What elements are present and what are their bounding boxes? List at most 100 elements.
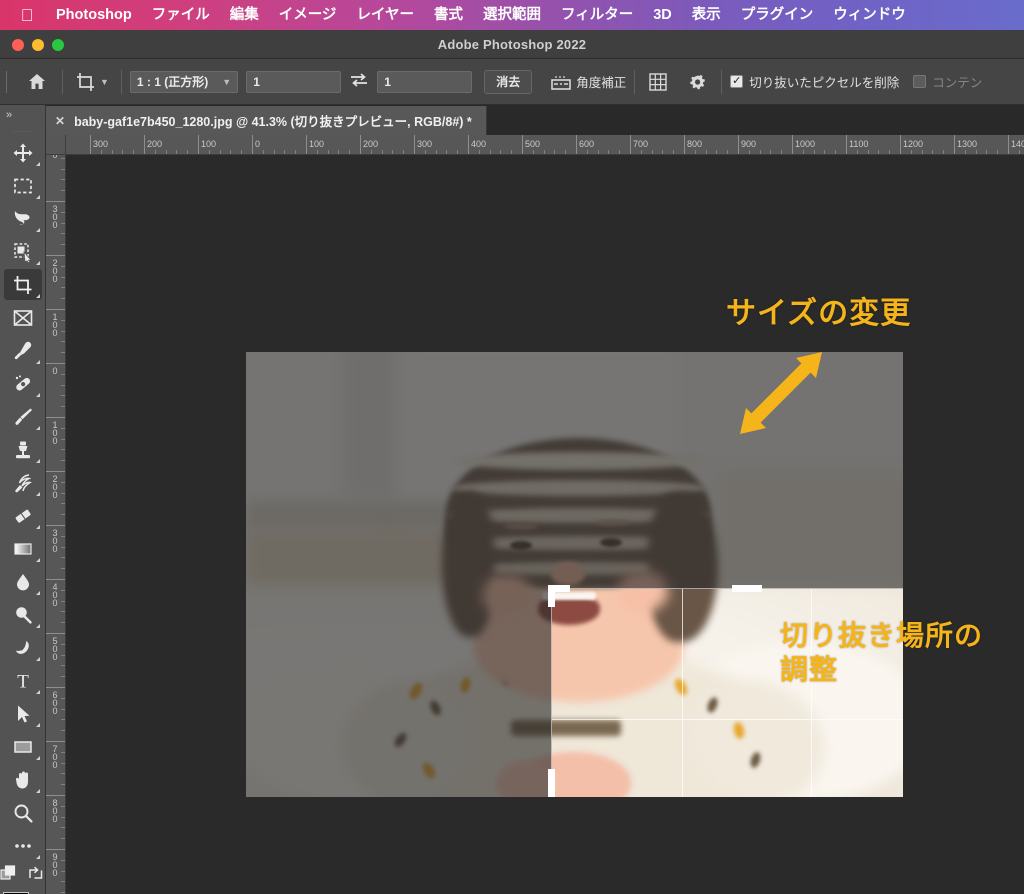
history-brush-tool[interactable]	[4, 467, 42, 498]
menu-item-select[interactable]: 選択範囲	[473, 0, 551, 30]
ruler-origin[interactable]	[46, 135, 66, 155]
tool-group-indicator	[35, 558, 40, 562]
options-bar-grip[interactable]	[6, 70, 20, 93]
crop-handle-middle-left[interactable]	[548, 768, 555, 797]
menu-item-file[interactable]: ファイル	[142, 0, 220, 30]
tool-group-indicator	[35, 393, 40, 397]
ruler-label: 300	[50, 204, 60, 228]
apple-logo-icon[interactable]: 	[16, 7, 38, 24]
close-icon[interactable]: ✕	[55, 114, 65, 128]
ruler-minor-tick	[61, 395, 65, 397]
frame-tool[interactable]	[4, 302, 42, 333]
rectangle-tool[interactable]	[4, 731, 42, 762]
lasso-tool[interactable]	[4, 203, 42, 234]
ruler-minor-tick	[921, 150, 923, 154]
healing-brush-tool[interactable]	[4, 368, 42, 399]
zoom-button[interactable]	[52, 39, 64, 51]
tool-drag-handle[interactable]: ⋯⋯	[0, 125, 45, 137]
swap-colors-icon[interactable]	[27, 865, 45, 888]
ruler-label: 700	[50, 744, 60, 768]
tool-group-indicator	[35, 459, 40, 463]
ruler-tick	[46, 579, 65, 580]
eraser-tool[interactable]	[4, 500, 42, 531]
crop-tool[interactable]	[3, 269, 42, 300]
content-aware-checkbox[interactable]: ✓	[913, 75, 927, 88]
chevron-down-icon[interactable]: ▼	[100, 77, 109, 87]
ruler-minor-tick	[122, 150, 124, 154]
blur-tool[interactable]	[4, 566, 42, 597]
gradient-tool[interactable]	[4, 533, 42, 564]
ruler-tick	[576, 135, 577, 154]
crop-height-input[interactable]: 1	[377, 70, 473, 93]
clone-stamp-tool[interactable]	[4, 434, 42, 465]
ruler-minor-tick	[61, 697, 65, 699]
delete-cropped-pixels-checkbox[interactable]: ✓	[730, 75, 744, 88]
tool-group-indicator	[35, 591, 40, 595]
zoom-tool[interactable]	[4, 797, 42, 828]
ruler-tick	[144, 135, 145, 154]
ruler-minor-tick	[61, 719, 65, 721]
menu-item-plugins[interactable]: プラグイン	[731, 0, 824, 30]
grid-overlay-icon[interactable]	[643, 69, 673, 95]
path-selection-tool[interactable]	[4, 698, 42, 729]
ruler-label: 100	[50, 312, 60, 336]
ruler-label: 800	[50, 798, 60, 822]
crop-handle-top-center[interactable]	[731, 585, 762, 592]
content-aware-label[interactable]: コンテン	[932, 72, 982, 91]
ruler-minor-tick	[61, 708, 65, 710]
crop-grid-line-h1	[552, 718, 903, 720]
dodge-tool[interactable]	[4, 599, 42, 630]
ruler-minor-tick	[61, 265, 65, 267]
crop-width-input[interactable]: 1	[246, 70, 342, 93]
horizontal-ruler[interactable]: 300 200 100 0 100 200 300 400 500 600 700 800 900 100…	[66, 135, 1024, 155]
menu-item-window[interactable]: ウィンドウ	[823, 0, 916, 30]
menu-item-filter[interactable]: フィルター	[551, 0, 643, 30]
ruler-minor-tick	[61, 751, 65, 753]
pen-tool[interactable]	[4, 632, 42, 663]
brush-tool[interactable]	[4, 401, 42, 432]
menu-item-image[interactable]: イメージ	[269, 0, 347, 30]
ruler-minor-tick	[586, 150, 588, 154]
canvas-area[interactable]	[66, 155, 1024, 894]
document-tab[interactable]: ✕ baby-gaf1e7b450_1280.jpg @ 41.3% (切り抜き…	[46, 106, 487, 135]
move-tool[interactable]	[4, 137, 42, 168]
ruler-tick	[198, 135, 199, 154]
home-icon[interactable]	[20, 67, 54, 97]
hand-tool[interactable]	[4, 764, 42, 795]
crop-handle-top-left-v[interactable]	[548, 585, 555, 607]
menu-item-view[interactable]: 表示	[682, 0, 731, 30]
aspect-ratio-select[interactable]: 1 : 1 (正方形) ▼	[129, 70, 239, 93]
close-button[interactable]	[12, 39, 24, 51]
chevron-down-icon[interactable]: ▼	[222, 77, 231, 87]
type-tool[interactable]: T	[4, 665, 42, 696]
gear-icon[interactable]	[683, 69, 713, 95]
ruler-label: 200	[363, 139, 379, 149]
menu-item-type[interactable]: 書式	[424, 0, 473, 30]
vertical-ruler[interactable]: 0300200100010020030040050060070080090010…	[46, 155, 66, 894]
straighten-icon[interactable]	[546, 69, 576, 95]
double-chevron-right-icon[interactable]: »	[0, 105, 45, 125]
marquee-tool[interactable]	[4, 170, 42, 201]
edit-toolbar-button[interactable]	[4, 830, 42, 861]
ruler-minor-tick	[597, 150, 599, 154]
ruler-minor-tick	[748, 150, 750, 154]
ruler-minor-tick	[878, 150, 880, 154]
ruler-tick	[46, 363, 65, 364]
quick-mask-icon[interactable]	[0, 865, 18, 888]
object-selection-tool[interactable]	[4, 236, 42, 267]
clear-crop-button[interactable]: 消去	[484, 69, 533, 94]
menu-item-edit[interactable]: 編集	[220, 0, 269, 30]
ruler-minor-tick	[61, 676, 65, 678]
menu-item-photoshop[interactable]: Photoshop	[46, 0, 142, 30]
menu-item-layer[interactable]: レイヤー	[346, 0, 424, 30]
crop-tool-options-icon[interactable]: ▼	[71, 68, 113, 96]
straighten-label[interactable]: 角度補正	[576, 72, 626, 91]
delete-cropped-pixels-label[interactable]: 切り抜いたピクセルを削除	[749, 72, 899, 91]
menu-item-3d[interactable]: 3D	[643, 0, 682, 30]
ruler-label: 100	[201, 139, 217, 149]
eyedropper-tool[interactable]	[4, 335, 42, 366]
ruler-minor-tick	[554, 150, 556, 154]
ruler-minor-tick	[61, 341, 65, 343]
minimize-button[interactable]	[32, 39, 44, 51]
swap-arrows-icon[interactable]	[349, 71, 369, 93]
